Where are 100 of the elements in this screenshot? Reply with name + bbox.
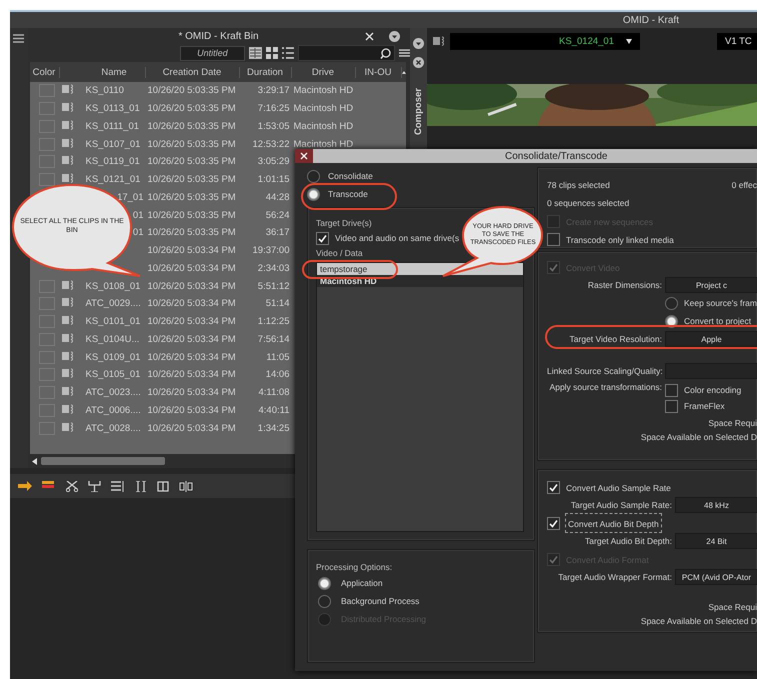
- bracket-icon[interactable]: [135, 480, 147, 492]
- bars-icon[interactable]: [42, 481, 56, 491]
- info-text: 0 effec: [732, 180, 757, 190]
- columns-icon[interactable]: [157, 480, 169, 492]
- table-cell: KS_0111_01: [86, 120, 140, 132]
- clip-icon: [62, 332, 74, 343]
- column-header[interactable]: Name: [84, 66, 146, 78]
- table-cell-text: 10/26/20 5:03:35 PM: [146, 120, 237, 132]
- info-text: Space Available on Selected D: [640, 616, 757, 626]
- clip-icon: [62, 422, 74, 432]
- clip-icon: [433, 36, 446, 46]
- column-header[interactable]: IN-OU: [356, 66, 402, 78]
- checkbox[interactable]: [665, 384, 678, 396]
- table-cell-text: 51:14: [264, 298, 290, 310]
- table-cell-text: 1:12:25: [256, 316, 290, 328]
- radio-button[interactable]: [307, 188, 320, 200]
- radio-button[interactable]: [318, 576, 331, 590]
- dropdown-icon[interactable]: [388, 31, 400, 42]
- checkbox[interactable]: [547, 480, 560, 494]
- section-heading: Processing Options:: [316, 561, 392, 574]
- info-text: Space Requi: [708, 602, 757, 612]
- dropdown-icon[interactable]: [412, 38, 424, 49]
- table-cell-text: 7:56:14: [256, 334, 290, 345]
- clip-icon: [62, 173, 74, 184]
- bin-title: * OMID - Kraft Bin: [178, 30, 258, 42]
- table-cell-text: Macintosh HD: [292, 138, 354, 150]
- info-text: 0 sequences selected: [547, 198, 630, 208]
- scrollbar-thumb[interactable]: [40, 457, 164, 465]
- split-icon[interactable]: [179, 480, 193, 492]
- clip-icon: [62, 280, 74, 290]
- table-cell: KS_0101_01: [86, 316, 140, 328]
- close-button[interactable]: [295, 149, 313, 163]
- clip-icon: [62, 386, 74, 396]
- clip-icon: [62, 368, 74, 378]
- table-cell: KS_0110: [86, 85, 124, 96]
- table-cell: KS_0108_01: [86, 280, 140, 292]
- table-cell-text: 10/26/20 5:03:34 PM: [146, 352, 237, 363]
- radio-label: Keep source's fram: [684, 298, 757, 308]
- table-cell: ATC_0006....: [86, 404, 141, 416]
- table-cell-text: 5:51:12: [256, 280, 290, 292]
- clip-icon: [62, 138, 74, 148]
- select-field[interactable]: 48 kHz: [675, 497, 757, 513]
- table-cell: 17_01: [117, 192, 144, 203]
- table-cell-text: 10/26/20 5:03:34 PM: [146, 280, 237, 292]
- field-label: Target Audio Sample Rate:: [570, 500, 672, 510]
- table-cell: 01: [132, 210, 144, 221]
- select-field[interactable]: 24 Bit: [675, 533, 757, 549]
- clip-icon: [62, 404, 74, 414]
- table-cell-text: 1:01:15: [256, 174, 290, 186]
- select-field[interactable]: Project c: [665, 277, 757, 293]
- grid-view-icon[interactable]: [266, 47, 278, 59]
- table-cell-text: 10/26/20 5:03:35 PM: [146, 174, 237, 186]
- column-header[interactable]: Duration: [240, 66, 292, 78]
- color-swatch[interactable]: [38, 173, 54, 186]
- table-cell-text: 10/26/20 5:03:34 PM: [146, 422, 237, 434]
- table-cell-text: 4:11:08: [258, 387, 290, 398]
- select-field[interactable]: PCM (Avid OP-Ator: [675, 569, 757, 585]
- table-view-icon[interactable]: [249, 47, 262, 59]
- table-cell: KS_0104U...: [86, 334, 140, 345]
- table-cell-text: 10/26/20 5:03:35 PM: [146, 138, 237, 150]
- info-text: 78 clips selected: [547, 180, 610, 190]
- scroll-left-icon[interactable]: [32, 458, 36, 464]
- scissors-icon[interactable]: [66, 480, 78, 492]
- clip-name-field[interactable]: KS_0124_01: [450, 32, 640, 50]
- table-cell: KS_0113_01: [86, 103, 140, 114]
- table-cell-text: 10/26/20 5:03:34 PM: [146, 387, 237, 398]
- search-field[interactable]: [298, 45, 395, 61]
- table-cell-text: 10/26/20 5:03:35 PM: [146, 192, 237, 203]
- table-cell-text: 56:24: [264, 210, 290, 221]
- trim-icon[interactable]: [88, 480, 101, 492]
- caret-icon: [626, 38, 632, 44]
- table-cell: KS_0107_01: [86, 138, 140, 150]
- scroll-up-icon[interactable]: [402, 70, 406, 74]
- checkbox[interactable]: [665, 400, 678, 412]
- field-label: Raster Dimensions:: [586, 280, 662, 290]
- column-header[interactable]: Drive: [292, 66, 356, 78]
- table-cell-text: 36:17: [264, 227, 290, 238]
- select-field[interactable]: Apple: [665, 331, 757, 347]
- list-view-icon[interactable]: [282, 47, 294, 59]
- table-cell-text: 3:05:29: [256, 156, 290, 168]
- menu-icon[interactable]: [13, 34, 24, 43]
- checkbox[interactable]: [547, 232, 560, 246]
- view-select[interactable]: Untitled: [180, 46, 246, 60]
- select-field[interactable]: [665, 363, 757, 379]
- table-cell: ATC_0029....: [86, 298, 141, 310]
- list-icon[interactable]: [111, 480, 125, 492]
- radio-button[interactable]: [318, 594, 331, 608]
- table-cell-text: 10/26/20 5:03:35 PM: [146, 227, 237, 238]
- menu-icon[interactable]: [398, 49, 410, 57]
- field-label: Apply source transformations:: [548, 382, 662, 392]
- table-cell-text: 1:53:05: [256, 120, 290, 132]
- radio-button[interactable]: [665, 296, 678, 310]
- checkbox[interactable]: [547, 516, 560, 530]
- close-icon[interactable]: [364, 32, 374, 41]
- column-header[interactable]: Color: [30, 66, 60, 78]
- radio-button[interactable]: [307, 170, 320, 182]
- column-header[interactable]: Creation Date: [146, 66, 240, 78]
- checkbox[interactable]: [316, 232, 329, 244]
- arrow-icon[interactable]: [18, 481, 32, 491]
- close-icon[interactable]: [412, 57, 424, 68]
